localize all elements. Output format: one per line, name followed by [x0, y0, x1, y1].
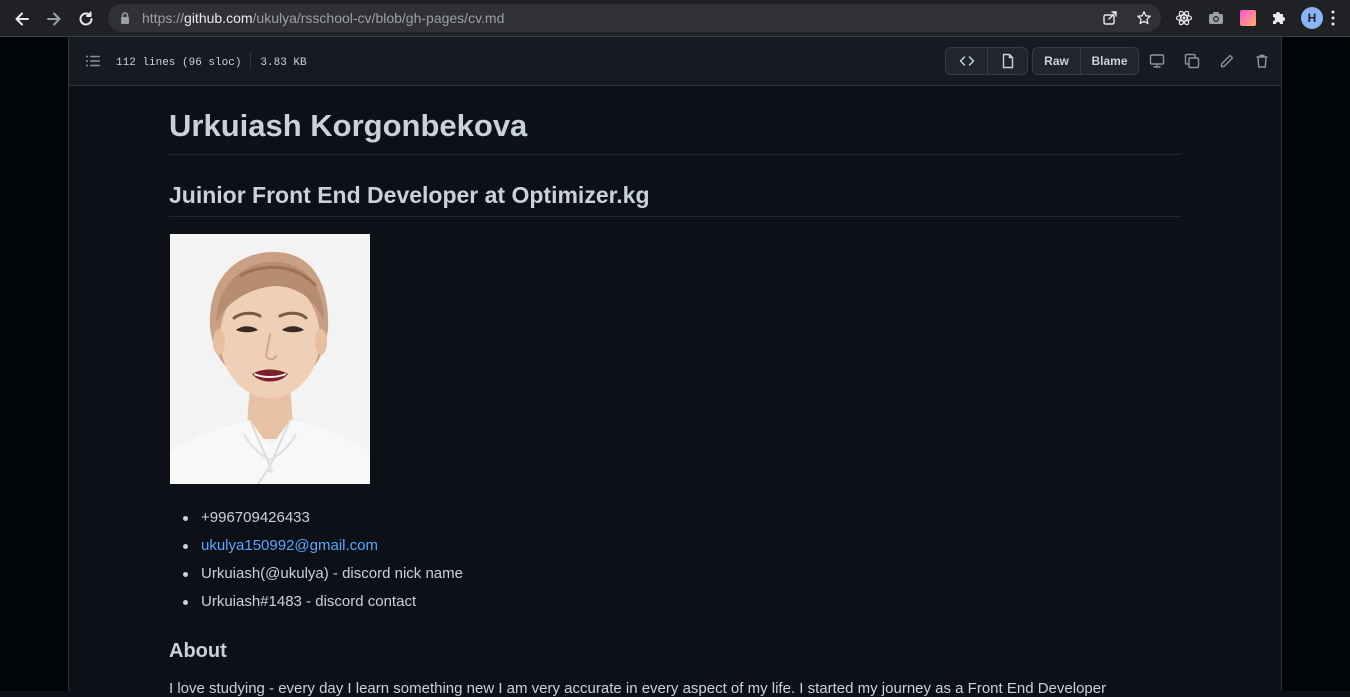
copy-icon[interactable]: [1184, 53, 1200, 69]
trash-icon[interactable]: [1254, 53, 1270, 69]
about-heading: About: [169, 640, 227, 662]
file-info: 112 lines (96 sloc) 3.83 KB: [116, 52, 307, 71]
profile-avatar[interactable]: H: [1301, 7, 1323, 29]
contact-email-item: ukulya150992@gmail.com: [169, 534, 463, 562]
react-devtools-icon[interactable]: [1175, 9, 1193, 27]
rendered-view-button[interactable]: [987, 48, 1027, 74]
heading-divider: [169, 154, 1181, 155]
url-host: github.com: [184, 10, 253, 26]
contact-discord-tag: Urkuiash#1483 - discord contact: [169, 590, 463, 618]
lock-icon: [121, 12, 129, 24]
reload-icon: [79, 11, 93, 26]
forward-button[interactable]: [41, 6, 67, 32]
file-size: 3.83 KB: [260, 56, 307, 69]
table-of-contents-icon[interactable]: [85, 53, 101, 69]
color-picker-icon[interactable]: [1239, 9, 1257, 27]
divider: [250, 52, 252, 70]
url-text: https://github.com/ukulya/rsschool-cv/bl…: [142, 10, 504, 26]
blame-button[interactable]: Blame: [1080, 48, 1138, 74]
camera-icon[interactable]: [1207, 9, 1225, 27]
line-count: 112 lines (96 sloc): [116, 56, 242, 69]
reload-button[interactable]: [73, 6, 99, 32]
file-header: 112 lines (96 sloc) 3.83 KB Raw Blame: [68, 37, 1282, 86]
arrow-left-icon: [15, 12, 29, 26]
page-gutter-right: [1282, 37, 1350, 691]
raw-blame-group: Raw Blame: [1032, 47, 1139, 75]
email-link[interactable]: ukulya150992@gmail.com: [201, 537, 378, 554]
raw-button[interactable]: Raw: [1033, 48, 1080, 74]
url-path: /ukulya/rsschool-cv/blob/gh-pages/cv.md: [252, 10, 505, 26]
page-gutter-left: [0, 37, 68, 691]
profile-photo[interactable]: [170, 234, 370, 484]
cv-name-heading: Urkuiash Korgonbekova: [169, 108, 528, 143]
file-icon: [1002, 53, 1013, 69]
url-scheme: https://: [142, 10, 185, 26]
code-view-button[interactable]: [946, 48, 987, 74]
cv-role-heading: Juinior Front End Developer at Optimizer…: [169, 182, 650, 208]
browser-toolbar: https://github.com/ukulya/rsschool-cv/bl…: [0, 0, 1350, 37]
view-toggle-group: [945, 47, 1028, 75]
address-bar[interactable]: https://github.com/ukulya/rsschool-cv/bl…: [108, 4, 1161, 32]
bookmark-star-icon[interactable]: [1136, 10, 1152, 26]
extensions-puzzle-icon[interactable]: [1270, 9, 1288, 27]
back-button[interactable]: [9, 6, 35, 32]
about-paragraph: I love studying - every day I learn some…: [169, 680, 1107, 697]
contact-discord-nick: Urkuiash(@ukulya) - discord nick name: [169, 562, 463, 590]
markdown-body: Urkuiash Korgonbekova Juinior Front End …: [68, 86, 1282, 697]
contact-phone: +996709426433: [169, 506, 463, 534]
arrow-right-icon: [47, 12, 61, 26]
kebab-menu-icon[interactable]: [1331, 10, 1335, 26]
share-icon[interactable]: [1102, 10, 1118, 26]
code-icon: [959, 56, 974, 66]
desktop-icon[interactable]: [1149, 53, 1165, 69]
subheading-divider: [169, 216, 1181, 217]
pencil-icon[interactable]: [1219, 53, 1235, 69]
contact-list: +996709426433 ukulya150992@gmail.com Urk…: [169, 506, 463, 618]
